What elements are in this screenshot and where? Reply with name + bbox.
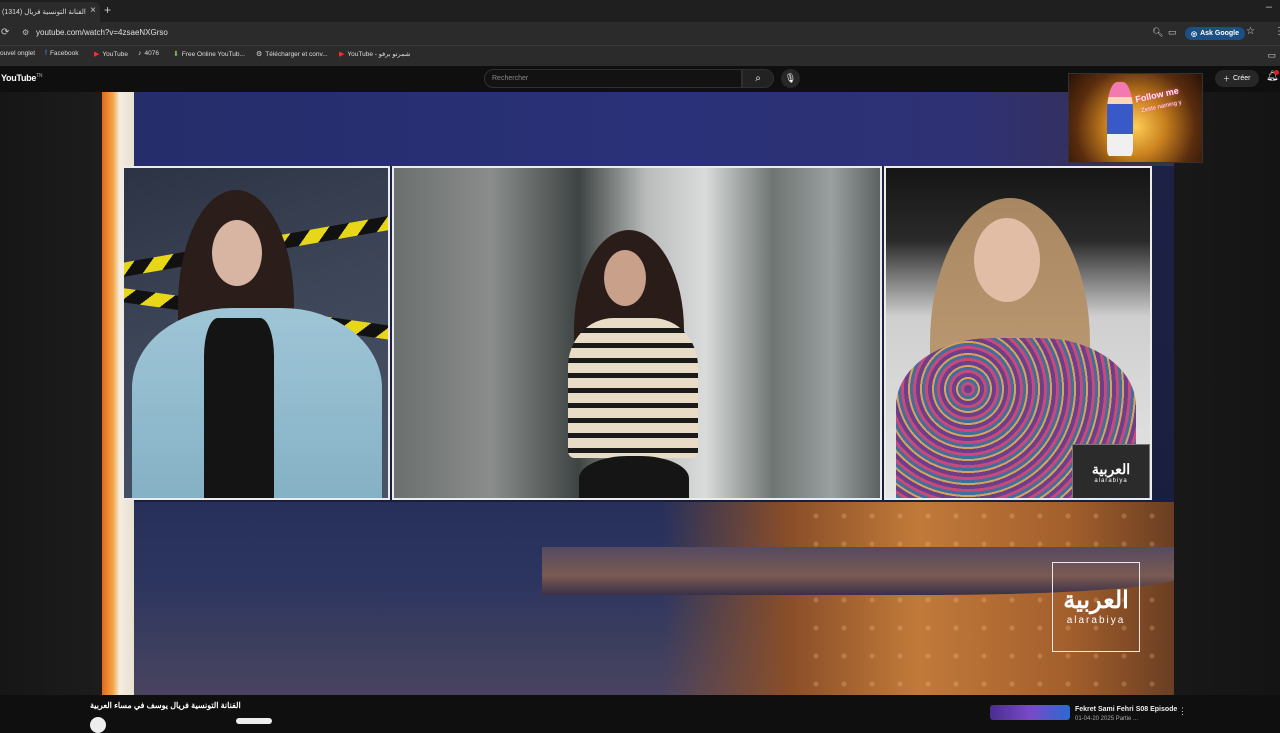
browser-menu-icon[interactable]: ⋮ (1274, 26, 1280, 37)
bookmarks-bar: ouvel onglet f Facebook ▶ YouTube ♪ 4076… (0, 45, 1280, 66)
bookmark-new-tab[interactable]: ouvel onglet (0, 50, 35, 57)
ask-google-label: Ask Google (1200, 30, 1240, 37)
channel-watermark-logo: العربية alarabiya (1052, 562, 1140, 652)
actress-sweater (568, 318, 698, 458)
guest-top (204, 318, 274, 498)
bookmark-facebook[interactable]: f Facebook (45, 50, 79, 57)
video-frame: العربية alarabiya العربية alarabiya (102, 92, 1174, 695)
bookmark-youtube[interactable]: ▶ YouTube (94, 50, 128, 59)
recommended-thumbnail[interactable] (990, 705, 1070, 720)
facebook-icon: f (45, 50, 47, 57)
more-options-icon[interactable]: ⋮ (1178, 706, 1187, 717)
clip-panel (392, 166, 882, 500)
all-bookmarks-folder-icon[interactable]: ▭ (1267, 50, 1276, 61)
notification-badge (1274, 70, 1279, 75)
channel-avatar[interactable] (90, 717, 106, 733)
create-label: Créer (1233, 75, 1251, 82)
overlay-ad-thumbnail[interactable]: Follow me Zeste naming y (1068, 73, 1203, 163)
presenter-panel: العربية alarabiya (884, 166, 1152, 500)
studio-backdrop (134, 92, 1174, 166)
bookmark-label: YouTube - شمرتو برفو (347, 51, 411, 58)
bookmark-4076[interactable]: ♪ 4076 (138, 50, 159, 57)
browser-tab[interactable]: (1314) الفنانة التونسية فريال × (0, 2, 100, 22)
desk-channel-logo: العربية alarabiya (1072, 444, 1150, 498)
actress-face (604, 250, 646, 306)
video-title: الفنانة التونسية فريال يوسف في مساء العر… (90, 701, 241, 710)
url-field[interactable]: youtube.com/watch?v=4zsaeNXGrso (36, 28, 168, 37)
actress-pants (579, 456, 689, 498)
zoom-icon[interactable]: 🔍︎ (1152, 27, 1163, 38)
search-icon: ⌕ (755, 73, 761, 84)
below-player-area: الفنانة التونسية فريال يوسف في مساء العر… (0, 695, 1280, 733)
reload-icon[interactable]: ⟳ (1, 27, 9, 38)
presenter-face (974, 218, 1040, 302)
bookmark-telecharger[interactable]: ⚙ Télécharger et conv... (256, 50, 328, 59)
converter-icon: ⚙ (256, 51, 263, 58)
youtube-icon: ▶ (94, 51, 100, 58)
plus-icon: ＋ (1223, 75, 1230, 83)
bookmark-free-online-youtube[interactable]: ⬇ Free Online YouTub... (173, 50, 245, 59)
address-bar: ⟳ ⚙ youtube.com/watch?v=4zsaeNXGrso 🔍︎ ▭… (0, 22, 1280, 45)
tab-title: (1314) الفنانة التونسية فريال (2, 9, 86, 16)
google-lens-icon: ◎ (1191, 30, 1198, 38)
search-button[interactable]: ⌕ (742, 69, 774, 88)
close-tab-icon[interactable]: × (90, 5, 96, 16)
tiktok-icon: ♪ (138, 50, 142, 57)
recommended-meta: 01-04-20 2025 Partie ... (1075, 716, 1139, 722)
bookmark-label: Télécharger et conv... (265, 50, 328, 58)
bookmark-star-icon[interactable]: ☆ (1246, 26, 1255, 37)
bookmark-label: 4076 (144, 50, 159, 57)
create-button[interactable]: ＋ Créer (1215, 70, 1259, 87)
download-icon: ⬇ (173, 51, 179, 58)
site-info-icon[interactable]: ⚙ (22, 28, 29, 37)
watermark-arabic: العربية (1063, 585, 1129, 614)
search-input[interactable]: Rechercher (484, 69, 742, 88)
search-placeholder: Rechercher (492, 75, 529, 82)
youtube-icon: ▶ (339, 51, 345, 58)
mini-logo-arabic: العربية (1091, 462, 1131, 478)
watermark-latin: alarabiya (1066, 615, 1126, 626)
youtube-logo[interactable]: YouTubeTN (1, 73, 42, 83)
microphone-icon: 🎙︎ (784, 73, 797, 83)
bookmark-label: Facebook (49, 50, 79, 57)
new-tab-button[interactable]: + (104, 3, 111, 17)
voice-search-button[interactable]: 🎙︎ (781, 69, 800, 88)
bookmark-label: ouvel onglet (0, 50, 36, 57)
guest-face (212, 220, 262, 286)
cast-icon[interactable]: ▭ (1168, 27, 1177, 38)
tab-bar: (1314) الفنانة التونسية فريال × + – (0, 0, 1280, 22)
bookmark-label: Free Online YouTub... (181, 50, 245, 58)
recommended-title[interactable]: Fekret Sami Fehri S08 Episode (1075, 706, 1177, 713)
video-player[interactable]: العربية alarabiya العربية alarabiya (0, 92, 1280, 695)
minimize-icon[interactable]: – (1266, 1, 1272, 13)
bookmark-label: YouTube (102, 50, 128, 58)
bookmark-youtube-channel[interactable]: ▶ YouTube - شمرتو برفو (339, 50, 410, 58)
ad-character (1107, 82, 1133, 156)
guest-panel (122, 166, 390, 500)
subscribe-button[interactable] (236, 718, 272, 724)
mini-logo-latin: alarabiya (1094, 478, 1128, 484)
ask-google-button[interactable]: ◎ Ask Google (1185, 27, 1246, 40)
logo-text: YouTube (1, 73, 37, 83)
logo-country: TN (36, 73, 43, 79)
